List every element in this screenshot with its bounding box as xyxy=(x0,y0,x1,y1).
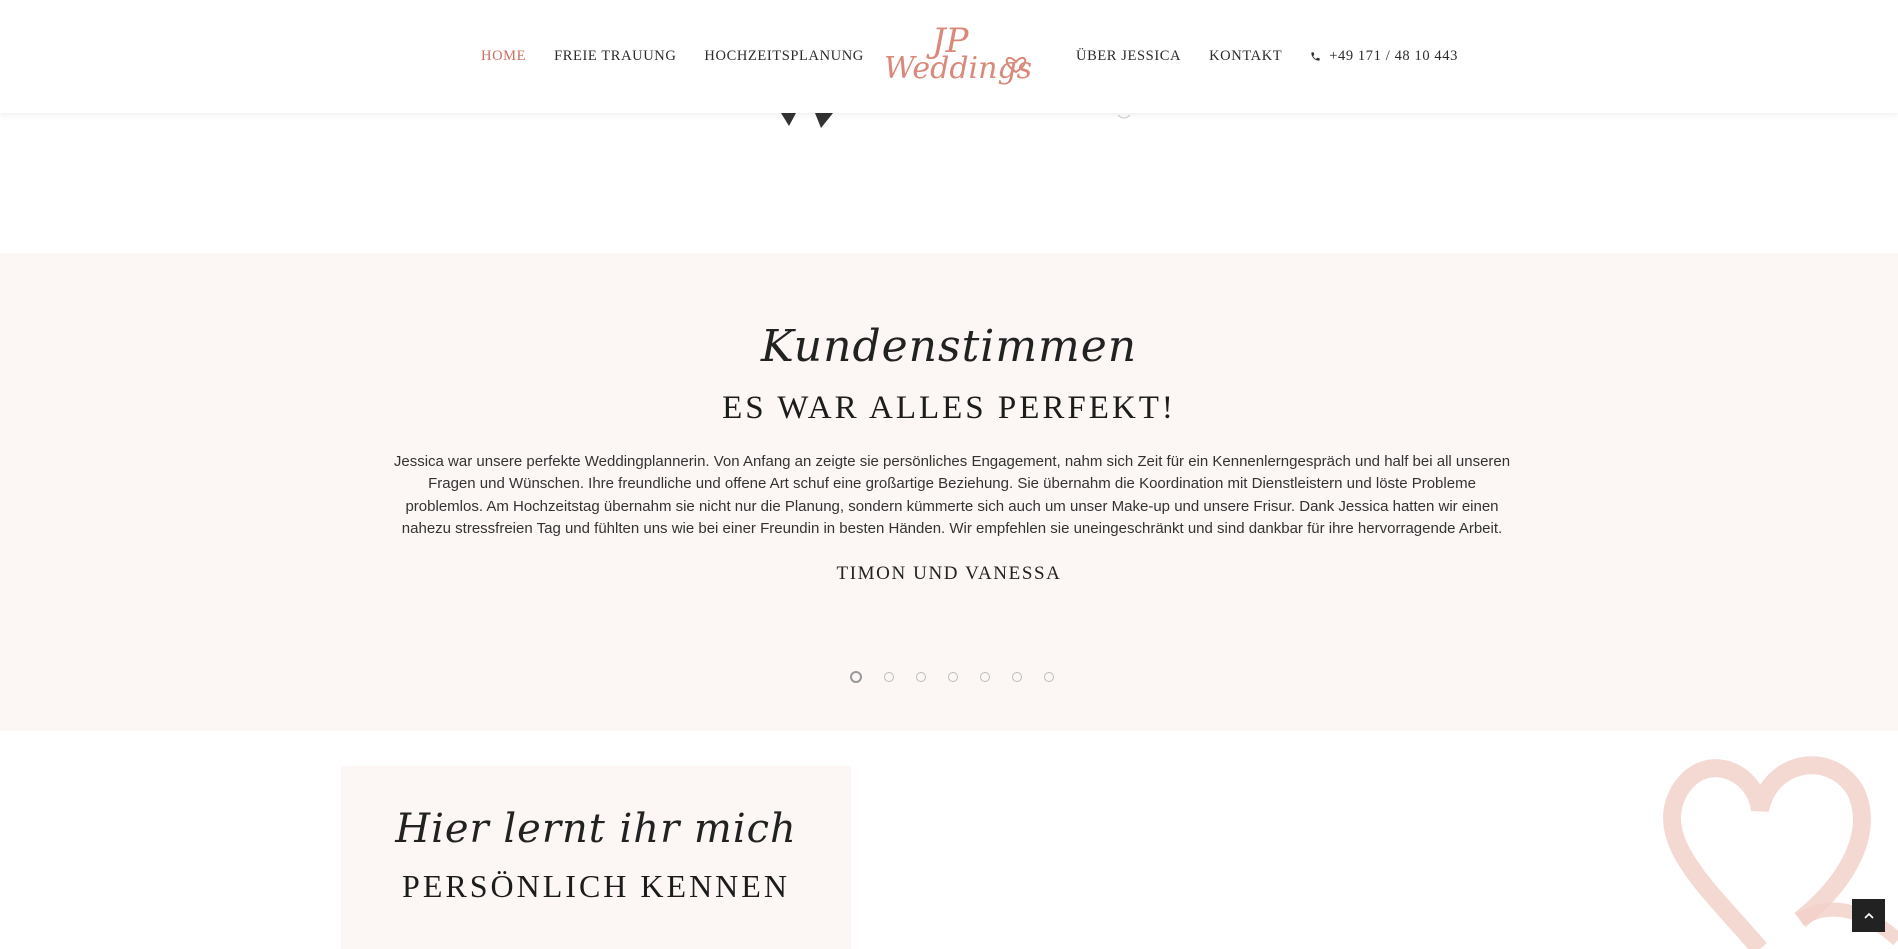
about-section: Hier lernt ihr mich PERSÖNLICH KENNEN xyxy=(341,766,851,949)
nav-freie-trauung[interactable]: FREIE TRAUUNG xyxy=(554,48,676,65)
phone-number: +49 171 / 48 10 443 xyxy=(1329,48,1458,64)
slider-dot[interactable] xyxy=(980,672,990,682)
nav-home[interactable]: HOME xyxy=(481,48,526,65)
site-header: HOME FREIE TRAUUNG HOCHZEITSPLANUNG JP W… xyxy=(0,0,1898,113)
slider-dot[interactable] xyxy=(884,672,894,682)
chevron-up-icon xyxy=(1863,912,1874,919)
slider-pagination xyxy=(850,671,1076,683)
slider-dot[interactable] xyxy=(948,672,958,682)
testimonial-text: Jessica war unsere perfekte Weddingplann… xyxy=(393,453,1511,537)
logo-graphic: JP Weddings xyxy=(884,21,1032,86)
about-script-title: Hier lernt ihr mich xyxy=(395,806,797,852)
nav-kontakt[interactable]: KONTAKT xyxy=(1209,48,1282,65)
testimonial-heading: ES WAR ALLES PERFEKT! xyxy=(722,390,1176,426)
site-logo[interactable]: JP Weddings xyxy=(880,18,1040,93)
main-nav-right: ÜBER JESSICA KONTAKT +49 171 / 48 10 443 xyxy=(1076,0,1486,113)
testimonial-author: TIMON UND VANESSA xyxy=(836,563,1062,584)
main-nav-left: HOME FREIE TRAUUNG HOCHZEITSPLANUNG xyxy=(481,0,892,113)
slider-dot[interactable] xyxy=(850,671,862,683)
decor-remnant xyxy=(781,113,1131,128)
nav-phone[interactable]: +49 171 / 48 10 443 xyxy=(1310,48,1458,65)
nav-ueber-jessica[interactable]: ÜBER JESSICA xyxy=(1076,48,1181,65)
nav-hochzeitsplanung[interactable]: HOCHZEITSPLANUNG xyxy=(704,48,863,65)
slider-dot[interactable] xyxy=(916,672,926,682)
testimonials-script-title: Kundenstimmen xyxy=(760,321,1138,372)
about-heading: PERSÖNLICH KENNEN xyxy=(402,868,790,904)
scroll-to-top-button[interactable] xyxy=(1852,899,1885,932)
previous-section-remnant xyxy=(0,113,1898,253)
slider-dot[interactable] xyxy=(1044,672,1054,682)
slider-dot[interactable] xyxy=(1012,672,1022,682)
phone-icon xyxy=(1311,52,1320,61)
testimonials-section: Kundenstimmen ES WAR ALLES PERFEKT! Jess… xyxy=(0,253,1898,731)
